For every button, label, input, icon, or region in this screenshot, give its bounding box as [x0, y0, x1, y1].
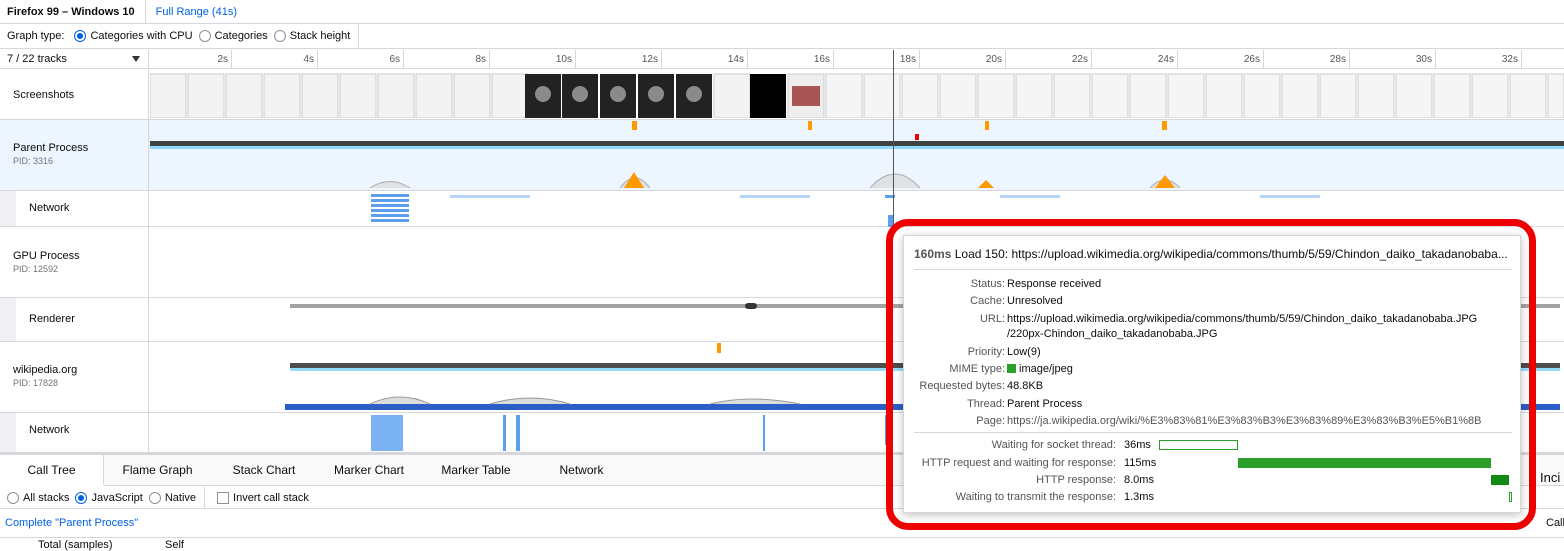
graph-type-label: Graph type:: [7, 30, 65, 42]
parent-process-track[interactable]: Parent Process PID: 3316: [0, 120, 1564, 191]
tick-label: 14s: [718, 50, 748, 69]
track-pid: PID: 3316: [13, 156, 54, 166]
tick-label: 8s: [460, 50, 490, 69]
track-label[interactable]: wikipedia.org PID: 17828: [0, 342, 149, 412]
radio-stack-height[interactable]: [273, 30, 286, 42]
radio-all-stacks[interactable]: [7, 491, 19, 504]
tab-network[interactable]: Network: [531, 455, 632, 486]
tick-label: 6s: [374, 50, 404, 69]
tick-label: 22s: [1062, 50, 1092, 69]
environment-label: Firefox 99 – Windows 10: [0, 0, 146, 24]
track-name: Parent Process: [13, 142, 89, 154]
tab-marker-table[interactable]: Marker Table: [421, 455, 531, 486]
radio-categories[interactable]: [198, 30, 211, 42]
tick-label: 12s: [632, 50, 662, 69]
option-categories[interactable]: Categories: [215, 30, 268, 42]
track-name: Screenshots: [13, 89, 75, 101]
truncated-label: Call: [1546, 517, 1564, 529]
track-label[interactable]: GPU Process PID: 12592: [0, 227, 149, 297]
radio-javascript[interactable]: [75, 491, 88, 504]
track-count-label: 7 / 22 tracks: [7, 53, 67, 65]
track-count-button[interactable]: 7 / 22 tracks: [0, 50, 149, 69]
column-self: Self: [165, 539, 184, 551]
tab-marker-chart[interactable]: Marker Chart: [317, 455, 421, 486]
tick-label: 2s: [202, 50, 232, 69]
invert-label[interactable]: Invert call stack: [233, 492, 309, 504]
track-name: wikipedia.org: [13, 364, 78, 376]
timeline-ruler: 7 / 22 tracks 2s 4s 6s 8s 10s 12s 14s 16…: [0, 50, 1564, 69]
tick-label: 28s: [1320, 50, 1350, 69]
full-range-breadcrumb[interactable]: Full Range (41s): [146, 6, 237, 18]
tick-label: 24s: [1148, 50, 1178, 69]
screenshot-strip: [150, 73, 1564, 118]
breadcrumb-complete[interactable]: Complete "Parent Process": [5, 517, 138, 529]
tab-call-tree[interactable]: Call Tree: [0, 455, 104, 486]
track-name: Renderer: [29, 313, 75, 325]
tick-label: 18s: [890, 50, 920, 69]
tick-label: 26s: [1234, 50, 1264, 69]
option-categories-cpu[interactable]: Categories with CPU: [90, 30, 192, 42]
invert-checkbox[interactable]: [217, 491, 230, 504]
radio-native[interactable]: [148, 491, 161, 504]
tick-label: 4s: [288, 50, 318, 69]
radio-categories-cpu[interactable]: [74, 30, 87, 42]
option-javascript[interactable]: JavaScript: [91, 492, 142, 504]
track-label[interactable]: Network: [0, 191, 149, 226]
track-label[interactable]: Renderer: [0, 298, 149, 341]
tick-label: 16s: [804, 50, 834, 69]
top-bar: Firefox 99 – Windows 10 Full Range (41s): [0, 0, 1564, 24]
screenshots-track[interactable]: Screenshots: [0, 70, 1564, 120]
option-stack-height[interactable]: Stack height: [290, 30, 351, 42]
track-label[interactable]: Network: [0, 413, 149, 452]
track-pid: PID: 17828: [13, 378, 59, 388]
tick-label: 32s: [1492, 50, 1522, 69]
graph-type-bar: Graph type: Categories with CPU Categori…: [0, 23, 1564, 49]
option-native[interactable]: Native: [165, 492, 196, 504]
option-all-stacks[interactable]: All stacks: [23, 492, 69, 504]
parent-activity-graph: [150, 121, 1564, 189]
column-total: Total (samples): [38, 539, 113, 551]
track-name: Network: [29, 202, 70, 214]
tick-label: 10s: [546, 50, 576, 69]
track-name: Network: [29, 424, 70, 436]
track-label[interactable]: Parent Process PID: 3316: [0, 120, 149, 190]
divider: [358, 23, 360, 49]
tick-label: 30s: [1406, 50, 1436, 69]
dropdown-triangle-icon: [132, 56, 140, 62]
tick-label: 20s: [976, 50, 1006, 69]
divider: [204, 486, 206, 509]
tab-flame-graph[interactable]: Flame Graph: [104, 455, 211, 486]
truncated-label: Inci: [1540, 470, 1561, 485]
track-label[interactable]: Screenshots: [0, 70, 149, 119]
track-pid: PID: 12592: [13, 264, 59, 274]
track-name: GPU Process: [13, 250, 80, 262]
tab-stack-chart[interactable]: Stack Chart: [211, 455, 317, 486]
selection-cursor-line: [893, 50, 894, 226]
red-highlight-outline: [886, 219, 1536, 530]
